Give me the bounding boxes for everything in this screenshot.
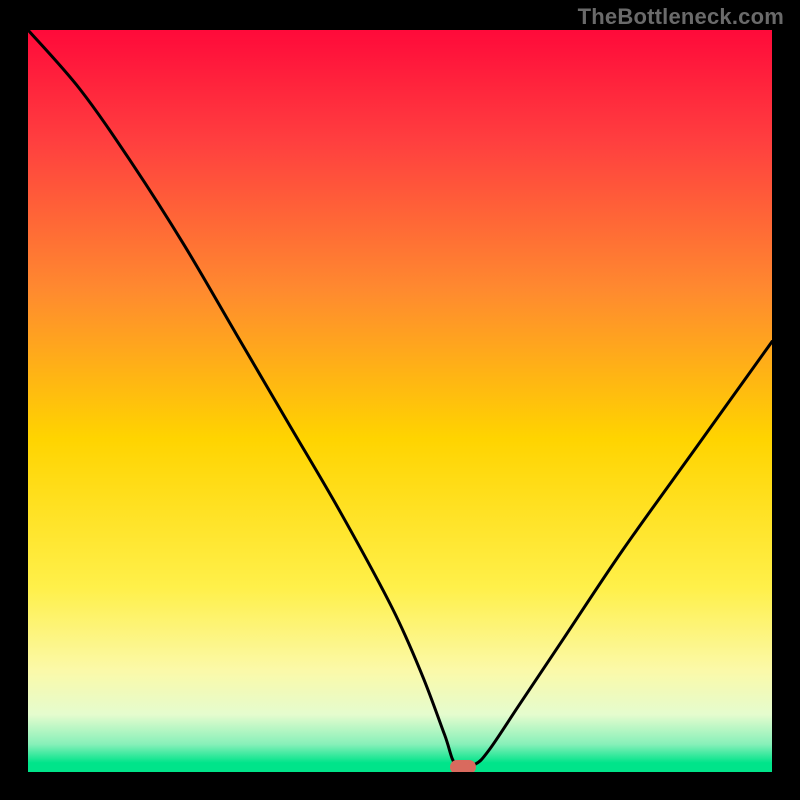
chart-frame: TheBottleneck.com — [0, 0, 800, 800]
plot-area — [28, 30, 772, 772]
bottleneck-curve — [28, 30, 772, 772]
optimal-marker — [450, 760, 476, 772]
watermark-text: TheBottleneck.com — [578, 4, 784, 30]
